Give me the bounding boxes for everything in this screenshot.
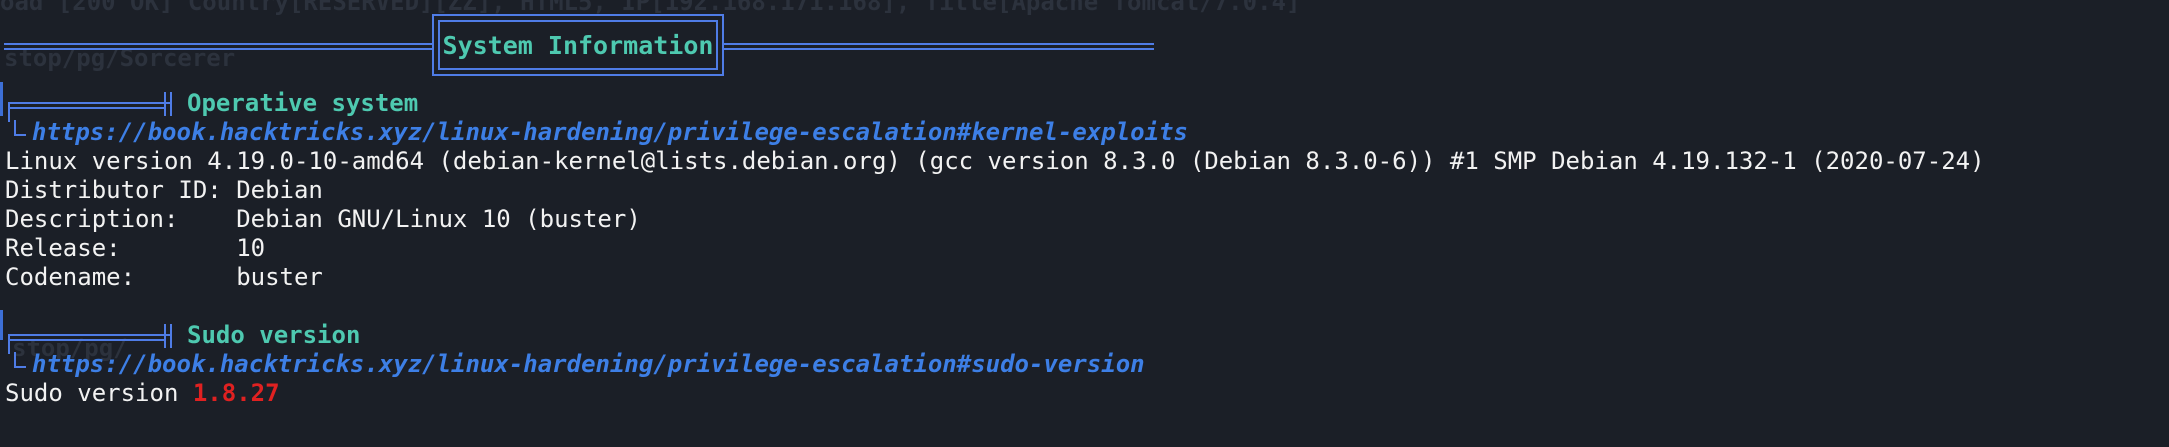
section-hook: [14, 120, 26, 136]
section-title: Sudo version: [187, 321, 361, 349]
banner-rule-left: [4, 43, 432, 50]
section-rule: [10, 102, 166, 109]
description-line: Description: Debian GNU/Linux 10 (buster…: [5, 205, 641, 233]
sudo-version-prefix: Sudo version: [5, 379, 193, 407]
release-line: Release: 10: [5, 234, 266, 262]
left-gutter-mark: [0, 310, 3, 340]
section-hook: [14, 352, 26, 368]
hacktricks-link-sudo-version[interactable]: https://book.hacktricks.xyz/linux-harden…: [32, 350, 1145, 379]
banner-rule-right: [724, 43, 1154, 50]
section-rule-end: [164, 324, 172, 348]
sudo-version-value: 1.8.27: [192, 379, 280, 407]
kernel-version-line: Linux version 4.19.0-10-amd64 (debian-ke…: [5, 147, 1985, 175]
codename-line: Codename: buster: [5, 263, 323, 291]
sudo-version-line: Sudo version 1.8.27: [5, 379, 280, 408]
banner-title: System Information: [442, 30, 714, 60]
section-rule: [10, 334, 166, 341]
section-title: Operative system: [187, 89, 419, 117]
distributor-id-line: Distributor ID: Debian: [5, 176, 323, 204]
left-gutter-mark: [0, 82, 3, 116]
section-rule-end: [164, 92, 172, 116]
hacktricks-link-kernel-exploits[interactable]: https://book.hacktricks.xyz/linux-harden…: [32, 118, 1188, 147]
